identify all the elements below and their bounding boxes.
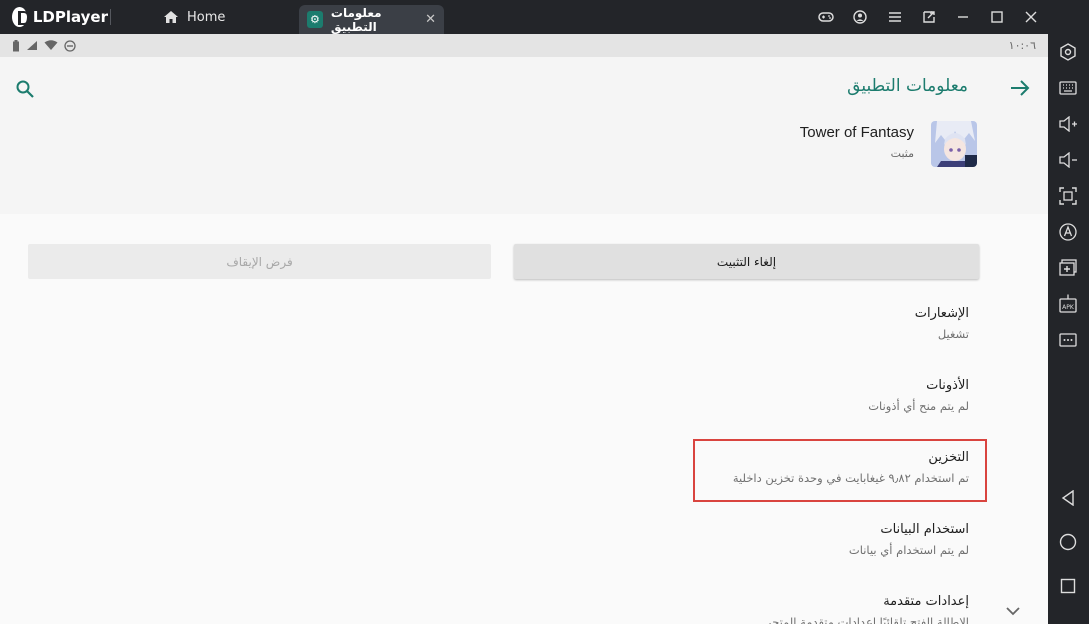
notifications-subtitle: تشغيل [937,327,969,341]
tower-of-fantasy-app-icon [931,121,977,167]
add-instance-icon[interactable] [1056,256,1080,280]
tab-close-icon[interactable]: ✕ [425,12,436,27]
popout-icon[interactable] [915,0,943,34]
account-icon[interactable] [846,0,874,34]
recents-icon[interactable] [1056,574,1080,598]
advanced-item[interactable]: إعدادات متقدمة الإطالة الفتح تلقائيًا إع… [766,594,969,624]
close-icon[interactable] [1017,0,1045,34]
minimize-icon[interactable] [949,0,977,34]
volume-down-icon[interactable] [1056,148,1080,172]
svg-text:APK: APK [1062,304,1075,311]
uninstall-button[interactable]: إلغاء التثبيت [514,244,979,279]
app-bar: معلومات التطبيق [0,57,1048,117]
android-screen: ١٠:٠٦ معلومات التطبيق Tower of Fantasy م… [0,34,1048,624]
force-stop-button[interactable]: فرض الإيقاف [28,244,491,279]
app-name: LDPlayer [32,8,108,26]
app-header: معلومات التطبيق Tower of Fantasy مثبت [0,57,1048,214]
title-bar: LDPlayer Home ⚙ معلومات التطبيق ✕ [0,0,1089,34]
data-usage-title: استخدام البيانات [880,522,969,537]
permissions-item[interactable]: الأذونات لم يتم منح أي أذونات [868,378,969,413]
menu-icon[interactable] [881,0,909,34]
ldplayer-logo-icon [12,7,29,27]
do-not-disturb-icon [64,39,76,52]
more-icon[interactable] [1056,328,1080,352]
tab-app-info[interactable]: ⚙ معلومات التطبيق ✕ [299,5,444,34]
title-separator [110,9,111,25]
home-icon[interactable] [1056,530,1080,554]
signal-icon [27,41,37,50]
page-title: معلومات التطبيق [847,76,968,96]
wifi-icon [44,40,58,50]
data-usage-item[interactable]: استخدام البيانات لم يتم استخدام أي بيانا… [849,522,969,557]
chevron-down-icon[interactable] [1005,606,1021,616]
back-icon[interactable] [1056,486,1080,510]
storage-highlight-box [693,439,987,502]
right-sidebar: APK [1048,34,1089,624]
battery-icon [13,39,19,51]
ldplayer-logo: LDPlayer [0,7,108,27]
settings-app-icon: ⚙ [307,11,323,28]
volume-up-icon[interactable] [1056,112,1080,136]
notifications-item[interactable]: الإشعارات تشغيل [915,306,969,341]
data-usage-subtitle: لم يتم استخدام أي بيانات [848,543,969,557]
advanced-title: إعدادات متقدمة [883,594,969,609]
permissions-title: الأذونات [926,378,969,393]
app-install-status: مثبت [890,147,914,160]
advanced-subtitle: الإطالة الفتح تلقائيًا إعدادات متقدمة ال… [765,615,969,624]
maximize-icon[interactable] [983,0,1011,34]
keyboard-icon[interactable] [1056,76,1080,100]
search-icon[interactable] [15,79,35,99]
tab-home[interactable]: Home [163,0,225,34]
notifications-title: الإشعارات [914,306,969,321]
tab-app-info-label: معلومات التطبيق [330,5,382,34]
screenshot-icon[interactable] [1056,184,1080,208]
auto-click-icon[interactable] [1056,220,1080,244]
back-arrow-icon[interactable] [1010,79,1030,97]
gamepad-icon[interactable] [812,0,840,34]
status-bar: ١٠:٠٦ [0,34,1048,57]
apk-install-icon[interactable]: APK [1056,292,1080,316]
permissions-subtitle: لم يتم منح أي أذونات [868,399,969,413]
home-icon [164,11,178,23]
tab-home-label: Home [187,9,226,25]
app-summary: Tower of Fantasy مثبت [0,117,1048,214]
app-name-label: Tower of Fantasy [799,124,914,141]
status-time: ١٠:٠٦ [1008,39,1036,52]
settings-icon[interactable] [1056,40,1080,64]
